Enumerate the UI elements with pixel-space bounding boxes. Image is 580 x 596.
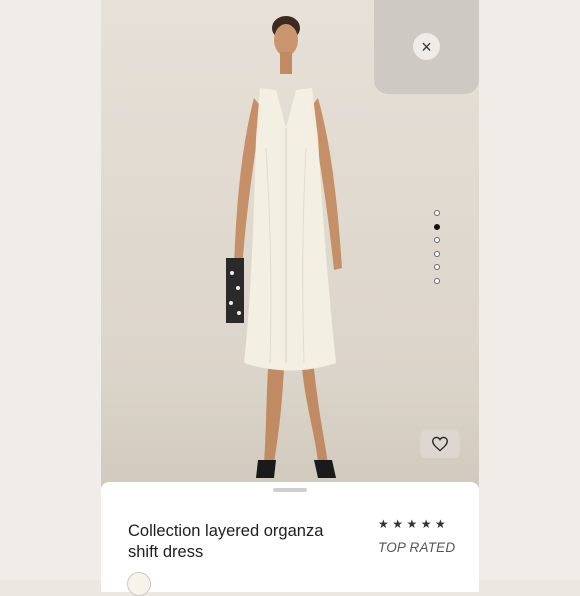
sheet-drag-handle[interactable]: [273, 488, 307, 492]
carousel-dot[interactable]: [434, 264, 440, 271]
carousel-dot[interactable]: [434, 210, 440, 216]
rating-label: TOP RATED: [378, 540, 456, 555]
model-illustration: [226, 16, 342, 478]
close-button[interactable]: ×: [413, 33, 440, 60]
product-title[interactable]: Collection layered organza shift dress: [128, 521, 358, 563]
heart-outline-icon: [432, 436, 448, 452]
color-swatch[interactable]: [127, 572, 151, 596]
carousel-dot[interactable]: [434, 277, 440, 284]
close-icon: ×: [421, 36, 432, 57]
carousel-dot[interactable]: [434, 250, 440, 257]
product-info-sheet: Collection layered organza shift dress ★…: [101, 482, 479, 596]
carousel-dots: [434, 210, 442, 292]
carousel-dot[interactable]: [434, 237, 440, 244]
favorite-button[interactable]: [420, 430, 460, 458]
right-backdrop: [479, 0, 580, 580]
carousel-dot-active[interactable]: [434, 223, 440, 230]
left-backdrop: [0, 0, 101, 580]
star-rating-icon: ★★★★★: [378, 517, 450, 531]
